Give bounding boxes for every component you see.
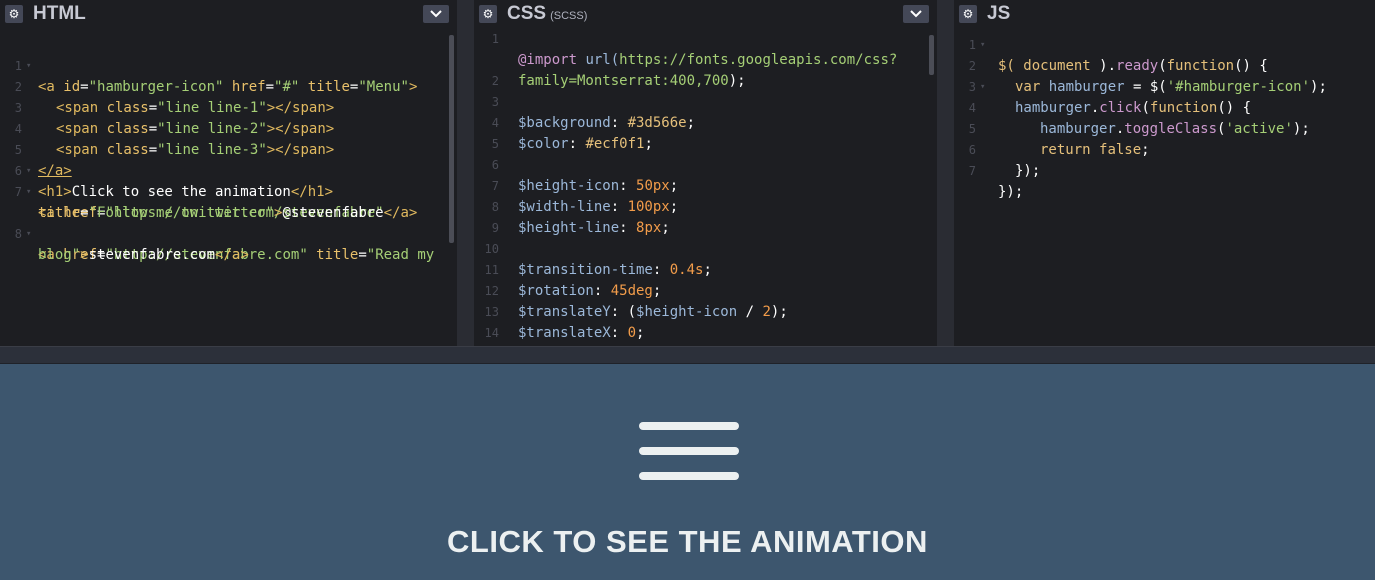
gear-icon[interactable]: ⚙	[5, 5, 23, 23]
code-line: title="Follow me on twitter">@stevenfabr…	[38, 205, 418, 221]
code-line: 3 ▾ hamburger.click(function() {	[968, 80, 1252, 116]
code-line: 6 $height-icon: 50px;	[491, 158, 679, 194]
panel-header: ⚙ JS	[954, 0, 1375, 30]
code-line: 5 return false;	[968, 122, 1150, 158]
code-line: 14	[484, 326, 499, 340]
code-line: 3 $background: #3d566e;	[491, 95, 696, 131]
gear-icon[interactable]: ⚙	[479, 5, 497, 23]
js-editor-panel: ⚙ JS 1 ▾ $( document ).ready(function() {…	[954, 0, 1375, 346]
panel-title: HTML	[33, 3, 86, 24]
code-line: 12 $translateY: ($height-icon / 2);	[484, 284, 788, 320]
panel-title: JS	[987, 3, 1011, 24]
result-preview: CLICK TO SEE THE ANIMATION	[0, 364, 1375, 580]
code-line: 1 ▾ $( document ).ready(function() {	[968, 38, 1268, 74]
code-line: 7 });	[968, 164, 1024, 200]
css-code-editor[interactable]: 1 @import url(https://fonts.googleapis.c…	[474, 32, 937, 346]
code-line: blog">stevenfabre.com</a>	[38, 247, 249, 263]
code-line: 2 var hamburger = $('#hamburger-icon');	[968, 59, 1327, 95]
html-code-editor[interactable]: 1 ▾ <a id="hamburger-icon" href="#" title…	[0, 35, 457, 346]
css-scrollbar[interactable]	[929, 35, 934, 75]
panel-title: CSS (SCSS)	[507, 3, 588, 24]
editor-area: ⚙ HTML 1 ▾ <a id="hamburger-icon" href="#…	[0, 0, 1375, 346]
preview-heading: CLICK TO SEE THE ANIMATION	[447, 524, 928, 559]
code-line: 13 $translateX: 0;	[484, 305, 645, 341]
code-line: 5	[491, 137, 499, 151]
js-code-editor[interactable]: 1 ▾ $( document ).ready(function() { 2 va…	[954, 35, 1375, 346]
code-line: 7 $width-line: 100px;	[491, 179, 679, 215]
hamburger-line	[639, 447, 739, 455]
code-line: 5 </a>	[14, 143, 72, 179]
code-line: 6 });	[968, 143, 1041, 179]
resize-handle[interactable]	[0, 346, 1375, 364]
code-line: 9	[491, 221, 499, 235]
code-line: 10 $transition-time: 0.4s;	[484, 242, 712, 278]
code-line: 4 $color: #ecf0f1;	[491, 116, 653, 152]
hamburger-icon[interactable]	[639, 422, 739, 480]
chevron-down-icon[interactable]	[423, 5, 449, 23]
code-line: 1 ▾ <a id="hamburger-icon" href="#" title…	[14, 59, 418, 95]
hamburger-line	[639, 422, 739, 430]
html-editor-panel: ⚙ HTML 1 ▾ <a id="hamburger-icon" href="#…	[0, 0, 457, 346]
hamburger-line	[639, 472, 739, 480]
chevron-down-icon[interactable]	[903, 5, 929, 23]
code-line: 2	[491, 74, 499, 88]
code-line: 4 <span class="line line-3"></span>	[14, 122, 335, 158]
code-line: family=Montserrat:400,700);	[518, 73, 746, 89]
code-line: 1 @import url(https://fonts.googleapis.c…	[491, 32, 898, 68]
code-line: 3 <span class="line line-2"></span>	[14, 101, 335, 137]
code-line: 8 ▾ <a href="http://stevenfabre.com" titl…	[14, 227, 435, 263]
gear-icon[interactable]: ⚙	[959, 5, 977, 23]
code-line: 11 $rotation: 45deg;	[484, 263, 662, 299]
code-line: 7 ▾ <a href="https://twitter.com/stevenfa…	[14, 185, 384, 221]
code-line: 8 $height-line: 8px;	[491, 200, 670, 236]
html-scrollbar[interactable]	[449, 35, 454, 243]
code-line: 4 hamburger.toggleClass('active');	[968, 101, 1310, 137]
code-line: 2 <span class="line line-1"></span>	[14, 80, 335, 116]
code-line: 6 ▾ <h1>Click to see the animation</h1>	[14, 164, 334, 200]
panel-header: ⚙ CSS (SCSS)	[474, 0, 937, 30]
css-editor-panel: ⚙ CSS (SCSS) 1 @import url(https://fonts.…	[474, 0, 937, 346]
panel-header: ⚙ HTML	[0, 0, 457, 30]
